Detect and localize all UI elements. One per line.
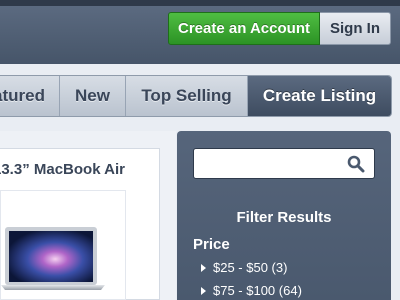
tab-top-selling[interactable]: Top Selling [126,76,248,116]
price-filter-label: $25 - $50 (3) [213,260,288,275]
product-title[interactable]: 13.3” MacBook Air [0,161,160,178]
filter-results-title: Filter Results [236,209,332,226]
triangle-right-icon [201,263,206,272]
price-filter-item[interactable]: $25 - $50 (3) [201,260,287,275]
sign-in-button[interactable]: Sign In [320,12,391,45]
product-image[interactable] [0,190,126,300]
price-filter-label: $75 - $100 (64) [213,283,302,298]
tab-new[interactable]: New [60,76,126,116]
tab-featured-label: Featured [0,86,45,105]
price-filter-item[interactable]: $75 - $100 (64) [201,283,302,298]
triangle-right-icon [201,286,206,295]
laptop-image [1,227,105,290]
create-account-button[interactable]: Create an Account [168,12,320,45]
tab-create-listing[interactable]: Create Listing [248,76,391,116]
price-heading: Price [193,236,230,253]
tab-featured[interactable]: Featured [0,76,60,116]
main-nav: Featured New Top Selling Create Listing [0,75,392,117]
search-icon[interactable] [347,155,365,173]
